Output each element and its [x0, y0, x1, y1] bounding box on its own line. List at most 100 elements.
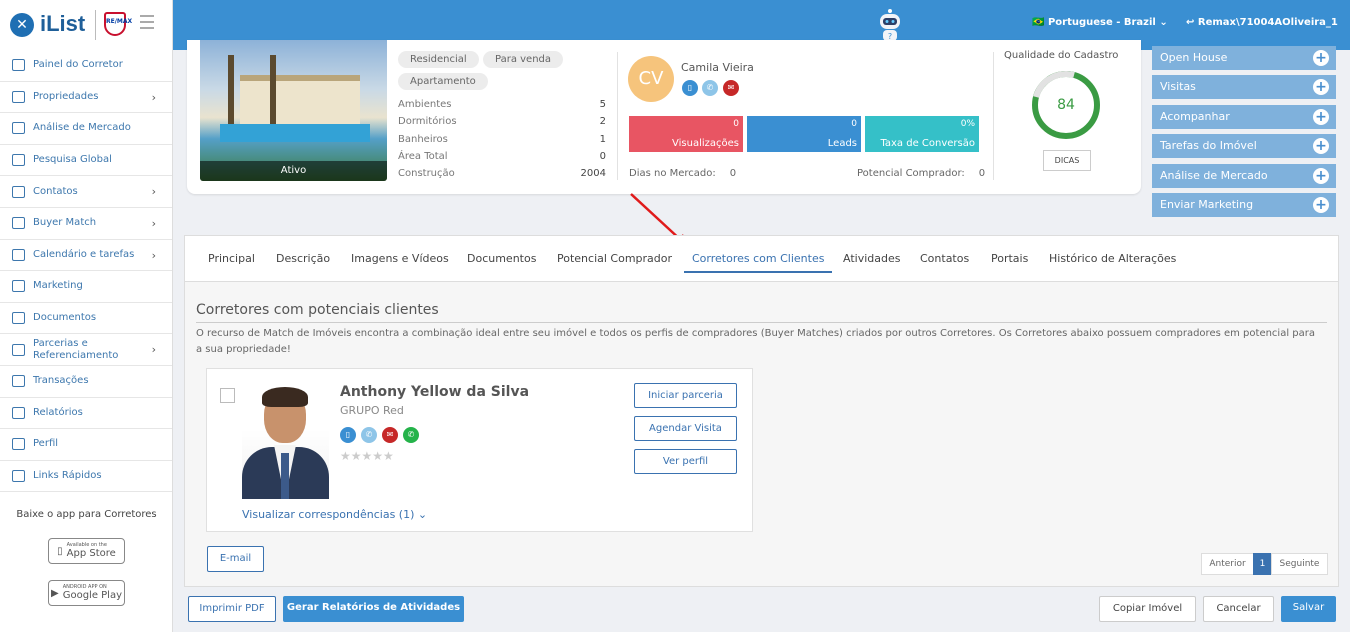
- pagination-next[interactable]: Seguinte: [1271, 553, 1328, 575]
- sidebar-item[interactable]: Perfil: [0, 429, 172, 461]
- remax-logo: RE/MAX: [104, 12, 132, 36]
- tab[interactable]: Contatos: [920, 252, 969, 265]
- generate-reports-button[interactable]: Gerar Relatórios de Atividades: [283, 596, 464, 622]
- action-button[interactable]: Open House +: [1152, 46, 1336, 70]
- plus-icon: +: [1313, 196, 1329, 213]
- phone-icon[interactable]: ✆: [361, 427, 377, 443]
- action-label: Análise de Mercado: [1160, 168, 1268, 182]
- tag-type: Residencial: [398, 51, 479, 68]
- broker-group: GRUPO Red: [340, 404, 404, 417]
- assistant-robot-icon[interactable]: ?: [876, 8, 904, 42]
- main-panel: Principal Descrição Imagens e Vídeos Docume…: [184, 235, 1339, 587]
- language-selector[interactable]: 🇧🇷 Portuguese - Brazil ⌄: [1032, 17, 1168, 28]
- detail-value: 2: [599, 116, 606, 128]
- stat-views-label: Visualizações: [672, 138, 739, 149]
- cancel-button[interactable]: Cancelar: [1203, 596, 1274, 622]
- stat-leads-value: 0: [851, 119, 857, 129]
- pagination-page[interactable]: 1: [1253, 553, 1272, 575]
- sidebar-item-label: Transações: [33, 375, 89, 387]
- stat-conversion: 0% Taxa de Conversão: [865, 116, 979, 152]
- tab[interactable]: Potencial Comprador: [557, 252, 672, 265]
- hair-shape: [262, 387, 308, 407]
- tab[interactable]: Principal: [208, 252, 255, 265]
- mobile-icon[interactable]: ▯: [340, 427, 356, 443]
- tab[interactable]: Histórico de Alterações: [1049, 252, 1176, 265]
- tab[interactable]: Portais: [991, 252, 1028, 265]
- schedule-visit-button[interactable]: Agendar Visita: [634, 416, 737, 441]
- palm-tree: [228, 55, 234, 135]
- sidebar-item[interactable]: Contatos ›: [0, 176, 172, 208]
- action-button[interactable]: Enviar Marketing +: [1152, 192, 1336, 217]
- days-on-market: Dias no Mercado: 0: [629, 168, 736, 179]
- chevron-down-icon: ⌄: [417, 508, 428, 521]
- select-checkbox[interactable]: [220, 388, 235, 403]
- chevron-right-icon: ›: [151, 248, 156, 262]
- sidebar-item[interactable]: Pesquisa Global: [0, 145, 172, 177]
- property-detail-row: Área Total 0: [398, 151, 606, 165]
- phone-icon[interactable]: ✆: [702, 80, 718, 96]
- report-icon: [12, 406, 25, 419]
- start-partnership-button[interactable]: Iniciar parceria: [634, 383, 737, 408]
- sidebar-item[interactable]: Calendário e tarefas ›: [0, 240, 172, 272]
- sidebar-item-label: Marketing: [33, 280, 83, 292]
- tab[interactable]: Imagens e Vídeos: [351, 252, 449, 265]
- email-button[interactable]: E-mail: [207, 546, 264, 572]
- sidebar-item[interactable]: Análise de Mercado: [0, 113, 172, 145]
- view-profile-button[interactable]: Ver perfil: [634, 449, 737, 474]
- tips-button[interactable]: DICAS: [1043, 150, 1091, 171]
- action-label: Enviar Marketing: [1160, 197, 1254, 211]
- sidebar-item[interactable]: Marketing: [0, 271, 172, 303]
- view-matches-link[interactable]: Visualizar correspondências (1) ⌄: [242, 508, 427, 521]
- action-button[interactable]: Acompanhar +: [1152, 104, 1336, 129]
- detail-value: 2004: [580, 168, 606, 180]
- calendar-icon: [12, 248, 25, 261]
- sidebar-item[interactable]: Links Rápidos: [0, 461, 172, 493]
- tab[interactable]: Descrição: [276, 252, 330, 265]
- detail-value: 1: [599, 133, 606, 145]
- sidebar-item[interactable]: Transações: [0, 366, 172, 398]
- menu-toggle-icon[interactable]: [140, 15, 154, 33]
- sidebar-item[interactable]: Documentos: [0, 303, 172, 335]
- sidebar-item[interactable]: Painel do Corretor: [0, 50, 172, 82]
- print-pdf-button[interactable]: Imprimir PDF: [188, 596, 276, 622]
- google-play-badge[interactable]: ▶ ANDROID APP ON Google Play: [48, 580, 125, 606]
- whatsapp-icon[interactable]: ✆: [403, 427, 419, 443]
- sidebar-item[interactable]: Relatórios: [0, 398, 172, 430]
- tab[interactable]: Corretores com Clientes: [684, 252, 833, 273]
- sidebar-item[interactable]: Parcerias e Referenciamento ›: [0, 334, 172, 366]
- action-button[interactable]: Análise de Mercado +: [1152, 163, 1336, 188]
- mobile-icon[interactable]: ▯: [682, 80, 698, 96]
- sidebar-item[interactable]: Buyer Match ›: [0, 208, 172, 240]
- pagination-prev[interactable]: Anterior: [1201, 553, 1254, 575]
- days-label: Dias no Mercado:: [629, 168, 716, 179]
- plus-icon: +: [1313, 167, 1329, 184]
- broker-photo: [242, 383, 329, 499]
- status-badge: Ativo: [200, 161, 387, 181]
- return-icon: ↩: [1186, 17, 1195, 28]
- action-button[interactable]: Visitas +: [1152, 75, 1336, 100]
- tab[interactable]: Documentos: [467, 252, 536, 265]
- sidebar-item-label: Painel do Corretor: [33, 59, 123, 71]
- apple-icon: ▯: [57, 545, 63, 557]
- sidebar-nav: Painel do Corretor Propriedades › Análise d…: [0, 50, 172, 493]
- sidebar-item[interactable]: Propriedades ›: [0, 82, 172, 114]
- sidebar-item-label: Contatos: [33, 185, 78, 197]
- folder-icon: [12, 312, 25, 325]
- action-button[interactable]: Tarefas do Imóvel +: [1152, 134, 1336, 159]
- plus-icon: +: [1313, 50, 1329, 66]
- property-photo[interactable]: Ativo: [200, 40, 387, 181]
- chevron-down-icon: ⌄: [1159, 17, 1168, 28]
- chevron-right-icon: ›: [151, 343, 156, 357]
- copy-property-button[interactable]: Copiar Imóvel: [1099, 596, 1196, 622]
- user-menu[interactable]: ↩ Remax\71004AOliveira_1: [1186, 17, 1338, 28]
- tab[interactable]: Atividades: [843, 252, 900, 265]
- section-divider: [196, 322, 1327, 323]
- email-icon[interactable]: ✉: [723, 80, 739, 96]
- app-store-badge[interactable]: ▯ Available on the App Store: [48, 538, 125, 564]
- stat-views-value: 0: [733, 119, 739, 129]
- save-button[interactable]: Salvar: [1281, 596, 1336, 622]
- divider: [617, 52, 618, 180]
- user-label: Remax\71004AOliveira_1: [1197, 17, 1338, 28]
- app-store-label: App Store: [66, 548, 116, 559]
- email-icon[interactable]: ✉: [382, 427, 398, 443]
